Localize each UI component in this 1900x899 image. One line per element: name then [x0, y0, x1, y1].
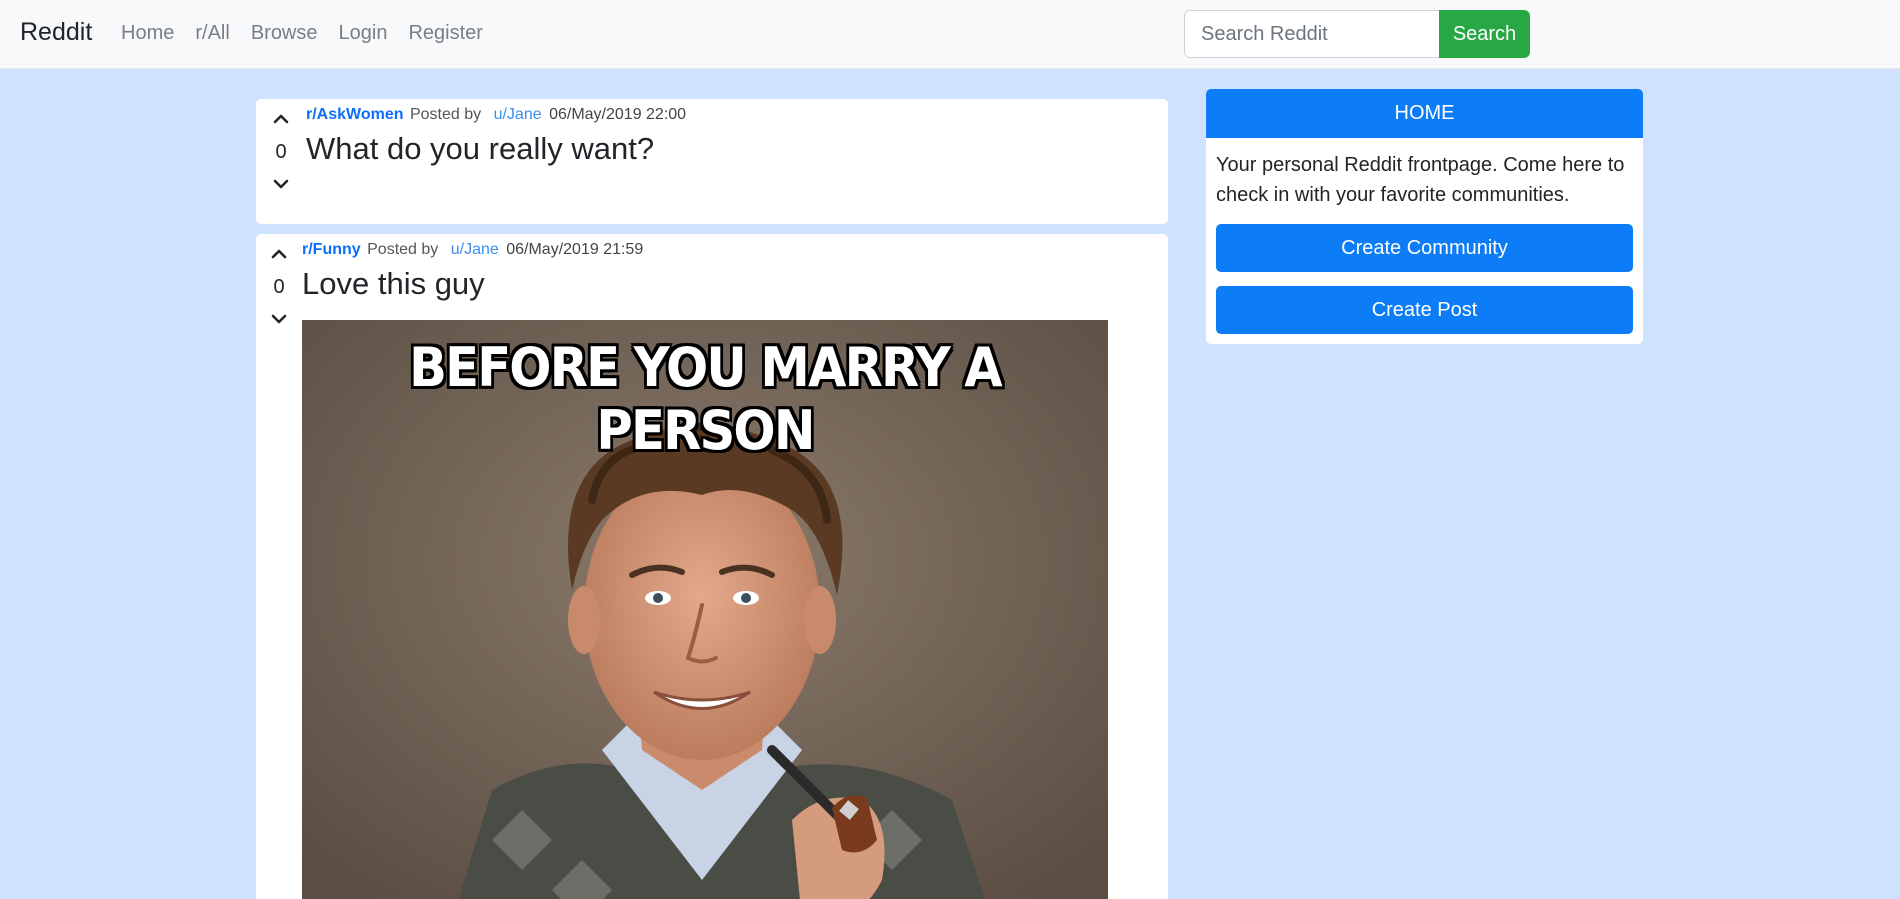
post-date: 06/May/2019 21:59: [506, 241, 644, 258]
nav-login[interactable]: Login: [339, 22, 388, 45]
sidebar-header: HOME: [1206, 89, 1643, 138]
user-link[interactable]: u/Jane: [451, 241, 499, 258]
downvote-icon[interactable]: [271, 174, 291, 194]
post-card: 0 r/Funny Posted by u/Jane 06/May/2019 2…: [256, 234, 1168, 899]
meme-caption: BEFORE YOU MARRY A PERSON: [409, 336, 1003, 462]
post-title[interactable]: Love this guy: [302, 266, 485, 302]
downvote-icon[interactable]: [269, 309, 289, 329]
vote-score: 0: [273, 276, 285, 298]
vote-score: 0: [275, 141, 287, 163]
posted-by-label: Posted by: [409, 106, 482, 123]
upvote-icon[interactable]: [271, 109, 291, 129]
nav-browse[interactable]: Browse: [251, 22, 318, 45]
nav-home[interactable]: Home: [121, 22, 174, 45]
subreddit-link[interactable]: r/Funny: [302, 241, 361, 258]
post-card: 0 r/AskWomen Posted by u/Jane 06/May/201…: [256, 99, 1168, 224]
post-date: 06/May/2019 22:00: [549, 106, 687, 123]
nav-links: Home r/All Browse Login Register: [121, 22, 504, 45]
post-meta: r/Funny Posted by u/Jane 06/May/2019 21:…: [302, 241, 643, 259]
top-navbar: Reddit Home r/All Browse Login Register …: [0, 0, 1900, 69]
create-community-button[interactable]: Create Community: [1216, 224, 1633, 272]
sidebar-description: Your personal Reddit frontpage. Come her…: [1216, 154, 1625, 206]
post-meta: r/AskWomen Posted by u/Jane 06/May/2019 …: [306, 106, 686, 124]
vote-column: 0: [264, 244, 294, 329]
search-input[interactable]: [1184, 10, 1440, 58]
upvote-icon[interactable]: [269, 244, 289, 264]
home-sidebar-card: HOME Your personal Reddit frontpage. Com…: [1206, 89, 1643, 344]
subreddit-link[interactable]: r/AskWomen: [306, 106, 404, 123]
nav-r-all[interactable]: r/All: [195, 22, 229, 45]
nav-register[interactable]: Register: [408, 22, 482, 45]
posted-by-label: Posted by: [367, 241, 439, 258]
post-title[interactable]: What do you really want?: [306, 131, 654, 167]
vote-column: 0: [266, 109, 296, 194]
search-button[interactable]: Search: [1439, 10, 1530, 58]
user-link[interactable]: u/Jane: [494, 106, 542, 123]
create-post-button[interactable]: Create Post: [1216, 286, 1633, 334]
brand-logo[interactable]: Reddit: [20, 18, 92, 47]
post-image[interactable]: BEFORE YOU MARRY A PERSON: [302, 320, 1108, 899]
